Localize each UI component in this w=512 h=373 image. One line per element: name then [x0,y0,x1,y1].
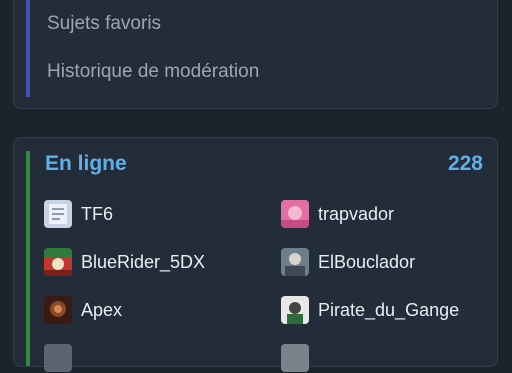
online-user[interactable]: BlueRider_5DX [44,247,205,277]
online-user[interactable]: ElBouclador [281,247,415,277]
user-avatar [44,344,72,372]
user-avatar [44,200,72,228]
menu-item-moderation-history[interactable]: Historique de modération [47,61,259,83]
user-avatar [44,296,72,324]
user-avatar [281,296,309,324]
user-name: TF6 [81,203,114,224]
user-name: Apex [81,299,123,320]
online-user-partial[interactable] [281,343,318,373]
online-users-card: En ligne 228 TF6 trapvador BlueRider_5DX… [13,137,498,372]
online-title: En ligne [45,152,127,175]
online-user[interactable]: Apex [44,295,122,325]
user-avatar [281,344,309,372]
user-menu-card: Sujets favoris Historique de modération [13,0,498,109]
user-avatar [281,248,309,276]
user-avatar [44,248,72,276]
user-name: ElBouclador [318,251,416,272]
online-user[interactable]: trapvador [281,199,394,229]
user-name: trapvador [318,203,395,224]
online-user[interactable]: TF6 [44,199,113,229]
online-accent-bar [26,151,30,366]
user-name: BlueRider_5DX [81,251,206,272]
menu-accent-bar [26,0,30,97]
user-name: Pirate_du_Gange [318,299,460,320]
online-count: 228 [447,152,483,175]
online-user-partial[interactable] [44,343,81,373]
user-avatar [281,200,309,228]
online-user[interactable]: Pirate_du_Gange [281,295,459,325]
menu-item-favorite-topics[interactable]: Sujets favoris [47,13,161,35]
